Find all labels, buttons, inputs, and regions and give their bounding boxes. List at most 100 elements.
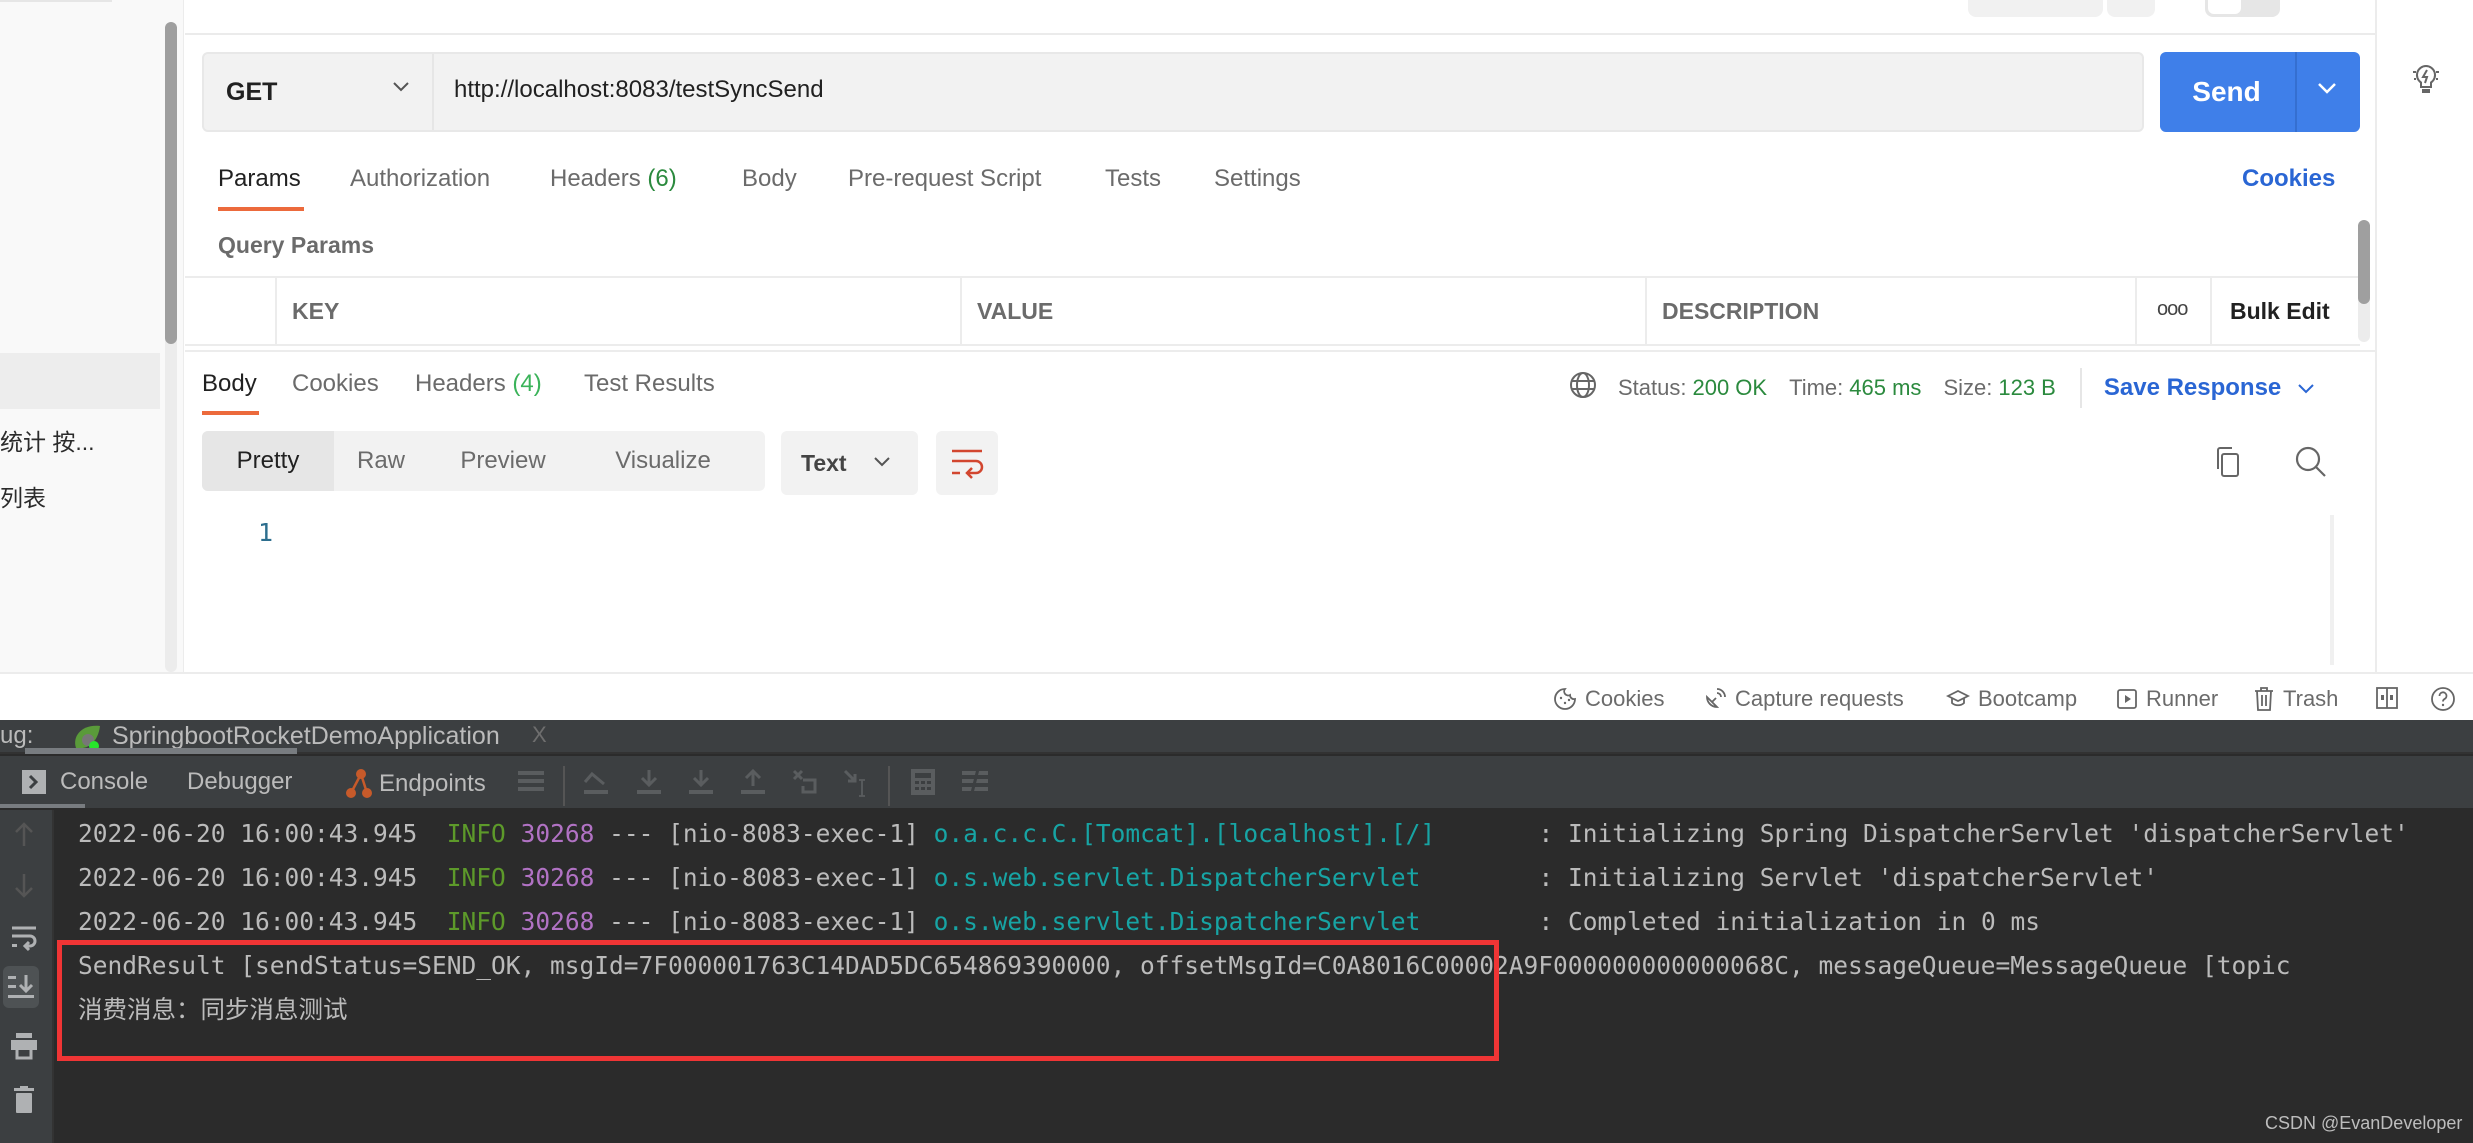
log-logger[interactable]: o.s.web.servlet.DispatcherServlet xyxy=(934,863,1421,892)
tab-label: Body xyxy=(202,370,257,397)
arrow-up-icon[interactable] xyxy=(10,820,38,853)
view-preview[interactable]: Preview xyxy=(428,431,578,491)
arrow-down-icon[interactable] xyxy=(10,872,38,905)
format-select[interactable]: Text xyxy=(781,431,918,495)
response-tab-body[interactable]: Body xyxy=(202,370,257,398)
evaluate-expression-icon[interactable] xyxy=(910,768,936,801)
statusbar-cookies[interactable]: Cookies xyxy=(1553,686,1664,712)
log-timestamp: 2022-06-20 16:00:43.945 xyxy=(78,863,418,892)
active-tab-indicator xyxy=(0,804,85,808)
tab-debugger[interactable]: Debugger xyxy=(187,768,292,796)
environment-selector[interactable] xyxy=(1968,0,2103,17)
scroll-to-end-icon[interactable] xyxy=(3,966,39,1008)
collections-sidebar: 统计 按... 列表 xyxy=(0,0,184,672)
drop-frame-icon[interactable] xyxy=(791,768,819,801)
sidebar-selected-item[interactable] xyxy=(0,353,160,409)
tab-body[interactable]: Body xyxy=(742,165,797,193)
size-value[interactable]: 123 B xyxy=(1998,375,2056,401)
statusbar-trash[interactable]: Trash xyxy=(2253,686,2338,712)
view-pretty[interactable]: Pretty xyxy=(202,431,334,491)
tab-settings[interactable]: Settings xyxy=(1214,165,1301,193)
step-into-icon[interactable] xyxy=(687,768,715,801)
threads-menu-icon[interactable] xyxy=(518,768,544,799)
sidebar-item[interactable]: 统计 按... xyxy=(0,423,95,457)
tab-endpoints[interactable]: Endpoints xyxy=(345,768,486,800)
column-divider xyxy=(1645,278,1647,344)
graduation-cap-icon xyxy=(1946,689,1970,707)
trace-stream-icon[interactable] xyxy=(962,768,988,799)
globe-icon[interactable] xyxy=(1568,370,1598,406)
log-logger[interactable]: o.s.web.servlet.DispatcherServlet xyxy=(934,907,1421,936)
description-column-header: DESCRIPTION xyxy=(1662,298,1820,324)
view-toggle-knob xyxy=(2208,0,2241,14)
log-thread: [nio-8083-exec-1] xyxy=(668,863,919,892)
tab-console[interactable]: Console xyxy=(22,768,148,796)
run-to-cursor-icon[interactable] xyxy=(842,768,872,803)
response-tab-test-results[interactable]: Test Results xyxy=(584,370,715,398)
bulk-edit-button[interactable]: Bulk Edit xyxy=(2230,298,2330,325)
tab-headers[interactable]: Headers (6) xyxy=(550,165,677,193)
log-logger[interactable]: o.a.c.c.C.[Tomcat].[localhost].[/] xyxy=(934,819,1436,848)
method-select[interactable]: GET xyxy=(204,54,434,130)
send-button[interactable]: Send xyxy=(2160,52,2360,132)
log-timestamp: 2022-06-20 16:00:43.945 xyxy=(78,907,418,936)
view-raw[interactable]: Raw xyxy=(334,431,428,491)
save-response-button[interactable]: Save Response xyxy=(2104,374,2281,402)
sidebar-item[interactable]: 列表 xyxy=(0,479,46,513)
statusbar-runner[interactable]: Runner xyxy=(2116,686,2218,712)
statusbar-label: Cookies xyxy=(1585,686,1665,711)
scrollbar-thumb[interactable] xyxy=(2358,220,2370,304)
chevron-down-icon[interactable] xyxy=(2297,375,2315,401)
response-tab-headers[interactable]: Headers (4) xyxy=(415,370,542,398)
response-tab-cookies[interactable]: Cookies xyxy=(292,370,379,398)
key-column-header: KEY xyxy=(292,298,340,324)
log-thread: [nio-8083-exec-1] xyxy=(668,907,919,936)
log-pid: 30268 xyxy=(520,907,595,936)
close-icon[interactable]: X xyxy=(532,722,547,748)
log-separator: --- xyxy=(609,819,654,848)
cookies-link[interactable]: Cookies xyxy=(2242,165,2335,193)
tab-authorization[interactable]: Authorization xyxy=(350,165,490,193)
two-pane-toggle-icon[interactable] xyxy=(2375,686,2407,710)
sidebar-scrollbar[interactable] xyxy=(165,22,177,672)
url-bar: GET xyxy=(202,52,2144,132)
help-icon[interactable] xyxy=(2430,686,2464,712)
statusbar-bootcamp[interactable]: Bootcamp xyxy=(1946,686,2077,712)
more-options-icon[interactable]: ooo xyxy=(2157,298,2188,321)
watermark: CSDN @EvanDeveloper xyxy=(2265,1113,2463,1133)
search-icon[interactable] xyxy=(2294,445,2328,484)
editor-gutter xyxy=(2330,515,2334,665)
tab-label: Headers xyxy=(415,370,506,397)
tab-label: Endpoints xyxy=(379,770,486,797)
log-message: : Completed initialization in 0 ms xyxy=(1538,907,2040,936)
environment-quicklook-button[interactable] xyxy=(2107,0,2155,17)
tab-pre-request-script[interactable]: Pre-request Script xyxy=(848,165,1041,193)
copy-icon[interactable] xyxy=(2214,445,2244,484)
pane-divider[interactable] xyxy=(185,350,2375,352)
request-pane-scrollbar[interactable] xyxy=(2358,220,2370,342)
show-execution-point-icon[interactable] xyxy=(582,768,610,801)
url-input[interactable] xyxy=(454,76,2054,104)
tab-label: Authorization xyxy=(350,165,491,192)
soft-wrap-icon[interactable] xyxy=(10,924,38,957)
view-toggle[interactable] xyxy=(2205,0,2280,17)
log-level: INFO xyxy=(446,863,506,892)
wrap-lines-button[interactable] xyxy=(936,431,998,495)
step-out-icon[interactable] xyxy=(739,768,767,801)
statusbar-capture-requests[interactable]: Capture requests xyxy=(1703,686,1904,712)
sidebar-scrollbar-thumb[interactable] xyxy=(165,22,177,344)
clear-all-icon[interactable] xyxy=(10,1086,38,1119)
active-tab-indicator xyxy=(202,411,259,415)
status-value[interactable]: 200 OK xyxy=(1692,375,1767,401)
log-line: 2022-06-20 16:00:43.945 INFO 30268 --- [… xyxy=(78,816,2409,852)
time-value[interactable]: 465 ms xyxy=(1849,375,1921,401)
step-over-icon[interactable] xyxy=(635,768,663,801)
log-pid: 30268 xyxy=(520,863,595,892)
lightbulb-icon[interactable] xyxy=(2411,62,2441,103)
tab-tests[interactable]: Tests xyxy=(1105,165,1161,193)
separator xyxy=(2079,368,2082,408)
chevron-down-icon[interactable] xyxy=(2317,82,2337,101)
tab-params[interactable]: Params xyxy=(218,165,301,193)
print-icon[interactable] xyxy=(10,1032,38,1065)
view-visualize[interactable]: Visualize xyxy=(578,431,748,491)
